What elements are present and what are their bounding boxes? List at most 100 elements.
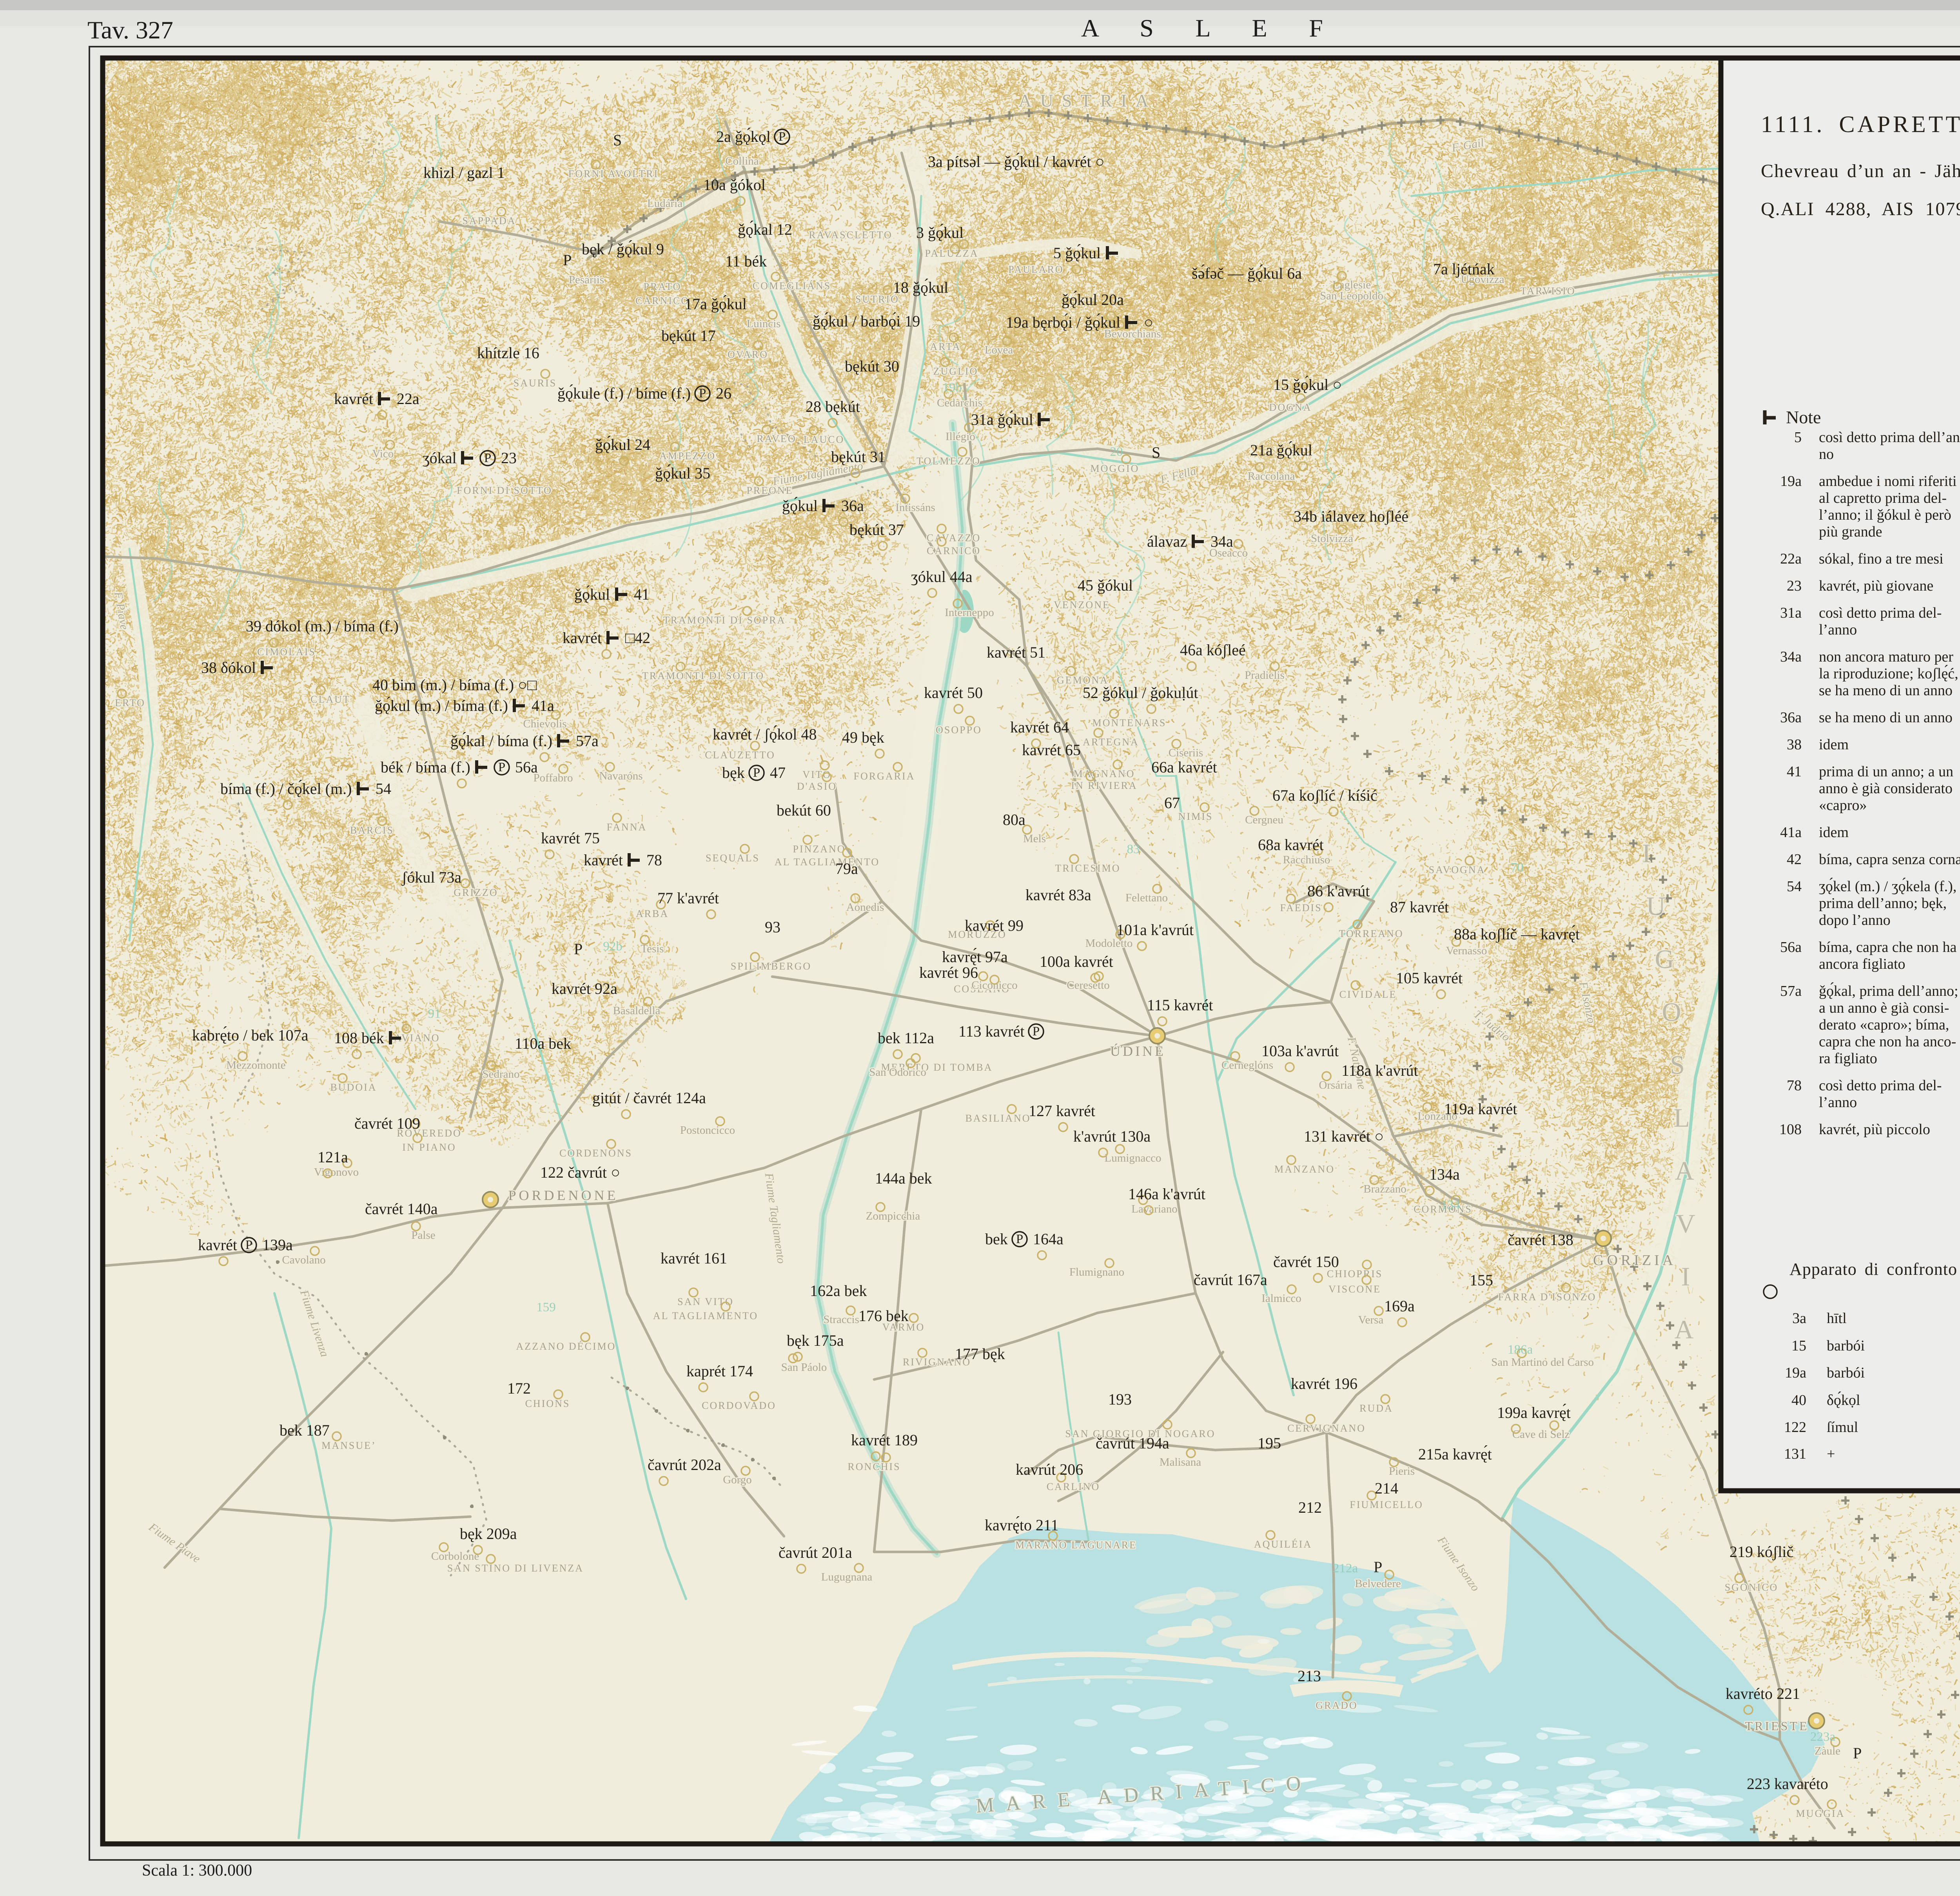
svg-text:113 kavrét: 113 kavrét: [958, 1022, 1028, 1040]
svg-text:214: 214: [1375, 1479, 1398, 1497]
svg-text:P: P: [779, 130, 786, 144]
svg-text:41a: 41a: [528, 697, 554, 714]
svg-text:CÁRNICO: CÁRNICO: [927, 545, 981, 556]
svg-text:I: I: [1642, 838, 1651, 868]
svg-text:OSOPPO: OSOPPO: [936, 724, 982, 736]
svg-text:FIUMICELLO: FIUMICELLO: [1350, 1499, 1423, 1510]
svg-text:19a: 19a: [1785, 1365, 1806, 1381]
svg-text:TRICESIMO: TRICESIMO: [1055, 863, 1120, 874]
svg-text:AMPEZZO: AMPEZZO: [659, 450, 716, 462]
svg-text:93: 93: [765, 918, 780, 936]
svg-text:GORIZIA: GORIZIA: [1593, 1252, 1676, 1269]
svg-text:122 čavrút ○: 122 čavrút ○: [540, 1164, 620, 1181]
svg-text:212: 212: [1298, 1499, 1322, 1516]
svg-text:idem: idem: [1819, 824, 1849, 841]
svg-text:11 bék: 11 bék: [725, 252, 767, 270]
svg-text:ǧǫ́kule (f.) / bíme (f.): ǧǫ́kule (f.) / bíme (f.): [557, 384, 695, 402]
svg-text:22a: 22a: [393, 390, 419, 408]
svg-text:San Odorico: San Odorico: [869, 1066, 926, 1079]
svg-text:Cergneu: Cergneu: [1245, 814, 1283, 826]
svg-text:bíma, capra che non ha: bíma, capra che non ha: [1819, 939, 1956, 955]
svg-text:kavrét: kavrét: [198, 1236, 241, 1254]
svg-text:kavrét 96: kavrét 96: [919, 964, 978, 981]
svg-text:GRIZZO: GRIZZO: [454, 887, 498, 898]
svg-text:šə́fəč — ǧǫ́kul 6a: šə́fəč — ǧǫ́kul 6a: [1192, 265, 1302, 282]
svg-text:40: 40: [1791, 1392, 1806, 1408]
svg-text:Orsária: Orsária: [1319, 1079, 1352, 1091]
svg-text:CIMOLAIS: CIMOLAIS: [257, 646, 316, 658]
svg-text:E: E: [1252, 14, 1267, 42]
svg-text:38 δókol: 38 δókol: [201, 659, 260, 676]
svg-text:a un anno è già consi-: a un anno è già consi-: [1819, 1000, 1949, 1016]
svg-text:l’anno: l’anno: [1819, 622, 1857, 638]
svg-text:ǧǫ́kul: ǧǫ́kul: [782, 497, 822, 515]
svg-text:80a: 80a: [1003, 811, 1025, 828]
svg-text:khítzle 16: khítzle 16: [477, 344, 539, 362]
svg-text:195: 195: [1258, 1434, 1281, 1452]
svg-text:134: 134: [1441, 1198, 1460, 1212]
svg-text:L: L: [1195, 14, 1210, 42]
svg-text:ÚDINE: ÚDINE: [1110, 1043, 1166, 1059]
svg-text:Cedarchis: Cedarchis: [937, 397, 982, 409]
svg-text:PALUZZA: PALUZZA: [925, 248, 978, 259]
svg-text:101a k'avrút: 101a k'avrút: [1116, 921, 1194, 939]
svg-text:131: 131: [1784, 1446, 1806, 1462]
svg-text:P: P: [574, 940, 583, 958]
svg-text:Note: Note: [1786, 407, 1821, 427]
svg-text:CARLINO: CARLINO: [1047, 1481, 1100, 1492]
svg-text:barbói: barbói: [1827, 1338, 1865, 1354]
svg-text:MAGNANO: MAGNANO: [1074, 768, 1135, 779]
svg-text:PREONE: PREONE: [746, 485, 793, 496]
svg-text:Mezzomonte: Mezzomonte: [226, 1059, 285, 1071]
svg-text:Navaróns: Navaróns: [599, 770, 642, 782]
svg-text:kavrét 75: kavrét 75: [541, 829, 600, 847]
svg-text:FORNI DI SOTTO: FORNI DI SOTTO: [457, 485, 552, 496]
svg-text:così detto prima del-: così detto prima del-: [1819, 1077, 1942, 1094]
svg-text:68a kavrét: 68a kavrét: [1258, 836, 1324, 854]
svg-text:anno è già considerato: anno è già considerato: [1819, 780, 1953, 797]
svg-text:ambedue i nomi riferiti: ambedue i nomi riferiti: [1819, 473, 1956, 489]
svg-text:Poffabro: Poffabro: [534, 772, 573, 784]
svg-text:I: I: [1681, 1262, 1690, 1291]
svg-text:SAURIS: SAURIS: [514, 377, 557, 389]
svg-text:più grande: più grande: [1819, 524, 1882, 540]
svg-text:Racchiuso: Racchiuso: [1283, 854, 1330, 866]
svg-text:bękút 17: bękút 17: [661, 327, 716, 344]
svg-text:SAN STINO DI LIVENZA: SAN STINO DI LIVENZA: [447, 1562, 584, 1574]
svg-text:67: 67: [1164, 794, 1180, 812]
svg-text:P: P: [484, 451, 491, 465]
svg-text:46a kóʃleé: 46a kóʃleé: [1180, 641, 1246, 659]
svg-text:19a: 19a: [1780, 473, 1802, 489]
svg-text:Q.ALI 4288, AIS 1079 Cp.: Q.ALI 4288, AIS 1079 Cp.: [1761, 199, 1960, 219]
svg-text:non ancora maturo per: non ancora maturo per: [1819, 649, 1953, 665]
svg-text:MUGGIA: MUGGIA: [1796, 1808, 1845, 1819]
svg-text:Modoletto: Modoletto: [1085, 937, 1133, 950]
svg-text:Intissáns: Intissáns: [895, 501, 935, 514]
svg-text:AZZANO DÉCIMO: AZZANO DÉCIMO: [516, 1341, 616, 1352]
svg-text:derato «capro»; bíma,: derato «capro»; bíma,: [1819, 1017, 1949, 1033]
svg-text:kavrét 99: kavrét 99: [965, 917, 1024, 934]
svg-text:ǧǫ́kul / barbǫ́i 19: ǧǫ́kul / barbǫ́i 19: [813, 312, 920, 330]
svg-text:kavrét 64: kavrét 64: [1010, 718, 1069, 736]
svg-text:kavréto 221: kavréto 221: [1726, 1685, 1800, 1702]
svg-text:P: P: [1016, 1232, 1023, 1246]
svg-text:VISCONE: VISCONE: [1328, 1283, 1381, 1295]
svg-text:TARVISIO: TARVISIO: [1520, 285, 1575, 297]
svg-text:ǧǫ́kul 35: ǧǫ́kul 35: [655, 464, 710, 482]
svg-text:21a ǧǫ́kul: 21a ǧǫ́kul: [1250, 441, 1312, 459]
svg-text:TOLMEZZO: TOLMEZZO: [916, 455, 981, 467]
svg-text:OVARO: OVARO: [728, 349, 768, 360]
svg-text:kavrét 83a: kavrét 83a: [1025, 886, 1091, 904]
svg-text:Sedrano: Sedrano: [482, 1068, 519, 1080]
svg-text:Ialmicco: Ialmicco: [1261, 1292, 1301, 1305]
svg-text:bek: bek: [985, 1230, 1012, 1248]
svg-text:Postoncicco: Postoncicco: [680, 1124, 735, 1137]
svg-text:čavrút 194a: čavrút 194a: [1096, 1434, 1169, 1452]
svg-text:Lugugnana: Lugugnana: [821, 1571, 873, 1583]
svg-text:31a: 31a: [1780, 605, 1802, 621]
svg-text:20: 20: [1110, 445, 1123, 459]
svg-text:BUDOIA: BUDOIA: [330, 1082, 377, 1093]
svg-text:čavrút 202a: čavrút 202a: [648, 1456, 721, 1474]
svg-text:D'ASIO: D'ASIO: [797, 781, 837, 792]
svg-text:bék / bíma (f.): bék / bíma (f.): [381, 758, 474, 776]
